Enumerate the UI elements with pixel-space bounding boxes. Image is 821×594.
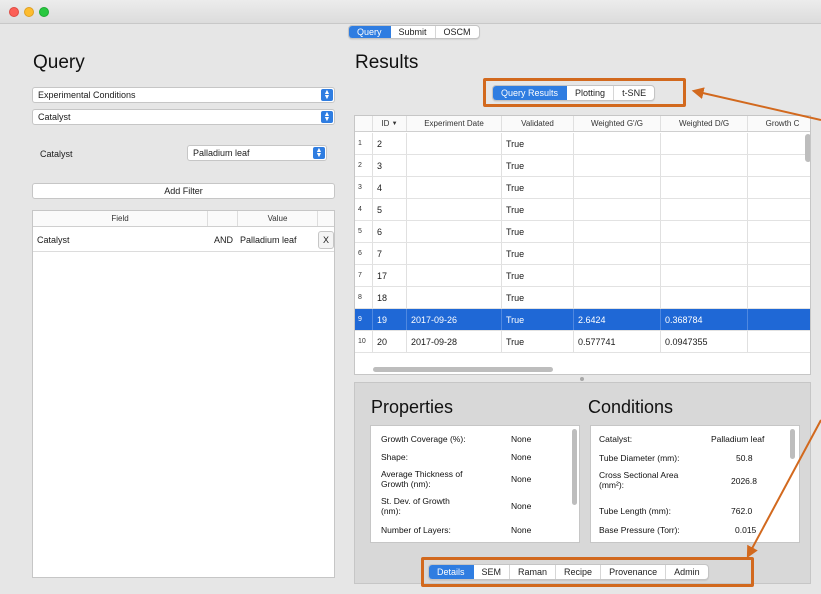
annotation-arrows (691, 87, 821, 559)
annotation-arrow-details-tabs (746, 419, 821, 559)
annotation-arrow-results-tabs (691, 87, 821, 121)
app-window: Query Submit OSCM Query Experimental Con… (0, 0, 821, 594)
